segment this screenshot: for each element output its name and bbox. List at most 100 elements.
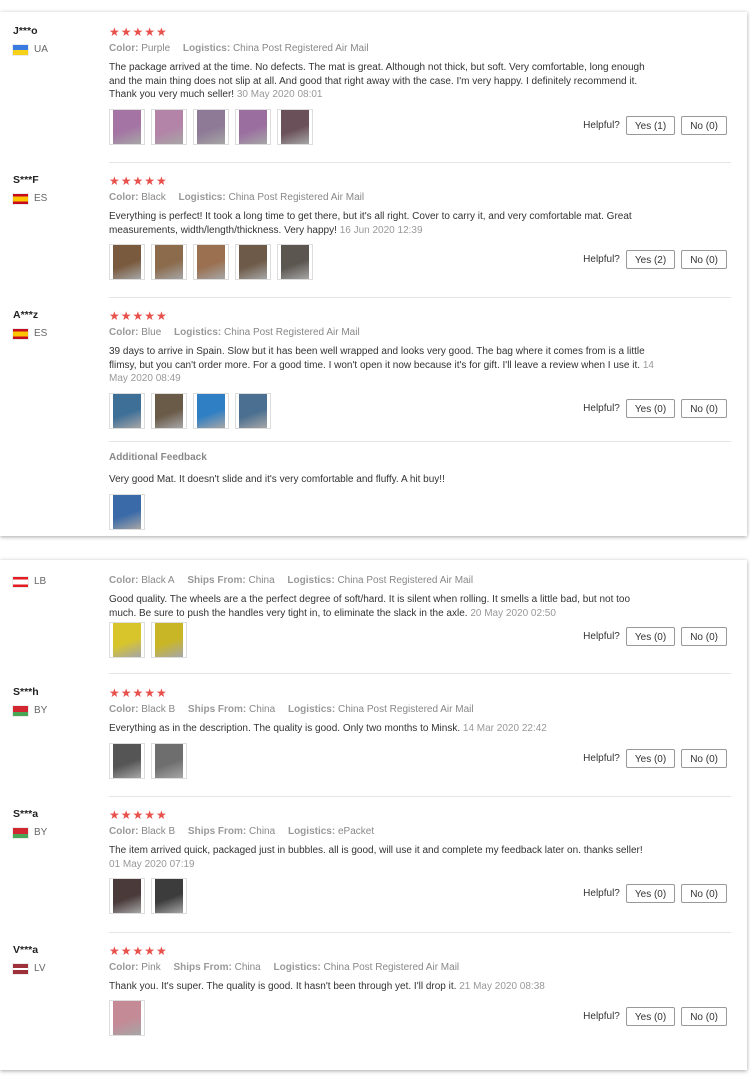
ships-from-value: China [249, 826, 276, 837]
helpful-no-button[interactable]: No (0) [681, 399, 727, 418]
country-code: BY [34, 827, 48, 838]
helpful-no-button[interactable]: No (0) [681, 627, 727, 646]
review-photo-thumbnail[interactable] [109, 244, 145, 280]
reviewer-name: V***a [13, 944, 39, 956]
logistics-label: Logistics: [287, 826, 336, 837]
review-photo-thumbnail[interactable] [235, 109, 271, 145]
logistics-value: China Post Registered Air Mail [337, 575, 474, 586]
helpful-yes-button[interactable]: Yes (0) [625, 627, 676, 646]
review-photo-thumbnail[interactable] [109, 494, 145, 530]
logistics-label: Logistics: [174, 327, 222, 338]
color-value: Black B [141, 704, 176, 715]
helpful-label: Helpful? [583, 1011, 620, 1022]
color-value: Blue [141, 327, 162, 338]
photo-image [155, 623, 183, 657]
color-value: Black [141, 192, 166, 203]
helpful-no-button[interactable]: No (0) [681, 116, 727, 135]
review-meta: Color: Black A Ships From: China Logisti… [109, 575, 473, 586]
review-photo-thumbnail[interactable] [109, 622, 145, 658]
logistics-label: Logistics: [287, 575, 335, 586]
helpful-label: Helpful? [583, 631, 620, 642]
review-date: 30 May 2020 08:01 [236, 89, 323, 100]
helpful-no-button[interactable]: No (0) [681, 884, 727, 903]
logistics-label: Logistics: [287, 704, 336, 715]
review-item: V***a LV ★★★★★ Color: Pink Ships From: C… [0, 944, 747, 1064]
photo-image [281, 110, 309, 144]
helpful-yes-button[interactable]: Yes (2) [625, 250, 676, 269]
helpful-yes-button[interactable]: Yes (0) [625, 1007, 676, 1026]
helpful-no-button[interactable]: No (0) [681, 250, 727, 269]
color-value: Purple [141, 43, 171, 54]
review-photo-thumbnail[interactable] [151, 743, 187, 779]
review-photo-thumbnail[interactable] [109, 393, 145, 429]
review-body: The package arrived at the time. No defe… [109, 62, 645, 100]
review-photo-thumbnail[interactable] [151, 622, 187, 658]
color-label: Color: [109, 327, 139, 338]
reviews-panel-top: J***o UA ★★★★★ Color: Purple Logistics: … [0, 12, 747, 536]
review-item: A***z ES ★★★★★ Color: Blue Logistics: Ch… [0, 309, 747, 534]
flag-lb-icon [13, 576, 28, 587]
review-photo-thumbnail[interactable] [235, 244, 271, 280]
review-date: 01 May 2020 07:19 [109, 858, 195, 870]
review-photo-thumbnail[interactable] [109, 109, 145, 145]
photo-image [113, 1001, 141, 1035]
review-photo-thumbnail[interactable] [151, 244, 187, 280]
helpful-label: Helpful? [583, 888, 620, 899]
review-photos [109, 622, 187, 658]
review-divider [109, 932, 731, 933]
review-divider [109, 297, 731, 298]
flag-es-icon [13, 328, 28, 339]
review-body: Everything as in the description. The qu… [109, 723, 461, 734]
logistics-label: Logistics: [178, 192, 226, 203]
review-photo-thumbnail[interactable] [193, 244, 229, 280]
photo-image [197, 394, 225, 428]
photo-image [281, 245, 309, 279]
helpful-no-button[interactable]: No (0) [681, 1007, 727, 1026]
helpful-no-button[interactable]: No (0) [681, 749, 727, 768]
review-text: Everything as in the description. The qu… [109, 722, 654, 736]
reviewer-name: S***h [13, 686, 39, 698]
review-photo-thumbnail[interactable] [109, 743, 145, 779]
logistics-value: China Post Registered Air Mail [337, 704, 474, 715]
reviews-panel-bottom: LB Color: Black A Ships From: China Logi… [0, 560, 747, 1070]
additional-photos [109, 494, 145, 530]
review-text: Good quality. The wheels are a the perfe… [109, 593, 654, 620]
review-photo-thumbnail[interactable] [151, 109, 187, 145]
photo-image [197, 110, 225, 144]
review-date: 14 Mar 2020 22:42 [462, 723, 547, 734]
photo-image [113, 495, 141, 529]
helpful-yes-button[interactable]: Yes (0) [625, 884, 676, 903]
ships-from-value: China [249, 704, 276, 715]
review-photo-thumbnail[interactable] [277, 109, 313, 145]
photo-image [197, 245, 225, 279]
helpful-yes-button[interactable]: Yes (1) [625, 116, 676, 135]
photo-image [239, 110, 267, 144]
review-photo-thumbnail[interactable] [109, 1000, 145, 1036]
review-photo-thumbnail[interactable] [277, 244, 313, 280]
helpful-yes-button[interactable]: Yes (0) [625, 399, 676, 418]
reviewer-name: S***F [13, 174, 39, 186]
helpful-controls: Helpful? Yes (0) No (0) [583, 749, 727, 768]
review-photo-thumbnail[interactable] [151, 878, 187, 914]
photo-image [239, 394, 267, 428]
star-rating: ★★★★★ [109, 808, 168, 822]
helpful-yes-button[interactable]: Yes (0) [625, 749, 676, 768]
review-photos [109, 878, 187, 914]
country-code: LV [34, 963, 46, 974]
helpful-controls: Helpful? Yes (2) No (0) [583, 250, 727, 269]
review-meta: Color: Purple Logistics: China Post Regi… [109, 43, 369, 54]
ships-from-value: China [234, 962, 261, 973]
color-label: Color: [109, 192, 139, 203]
review-photo-thumbnail[interactable] [193, 393, 229, 429]
review-photo-thumbnail[interactable] [193, 109, 229, 145]
helpful-controls: Helpful? Yes (0) No (0) [583, 884, 727, 903]
country-code: BY [34, 705, 48, 716]
review-meta: Color: Black B Ships From: China Logisti… [109, 826, 374, 837]
review-photo-thumbnail[interactable] [109, 878, 145, 914]
helpful-label: Helpful? [583, 254, 620, 265]
review-photo-thumbnail[interactable] [235, 393, 271, 429]
helpful-label: Helpful? [583, 753, 620, 764]
logistics-value: ePacket [337, 826, 375, 837]
review-photo-thumbnail[interactable] [151, 393, 187, 429]
flag-lv-icon [13, 963, 28, 974]
